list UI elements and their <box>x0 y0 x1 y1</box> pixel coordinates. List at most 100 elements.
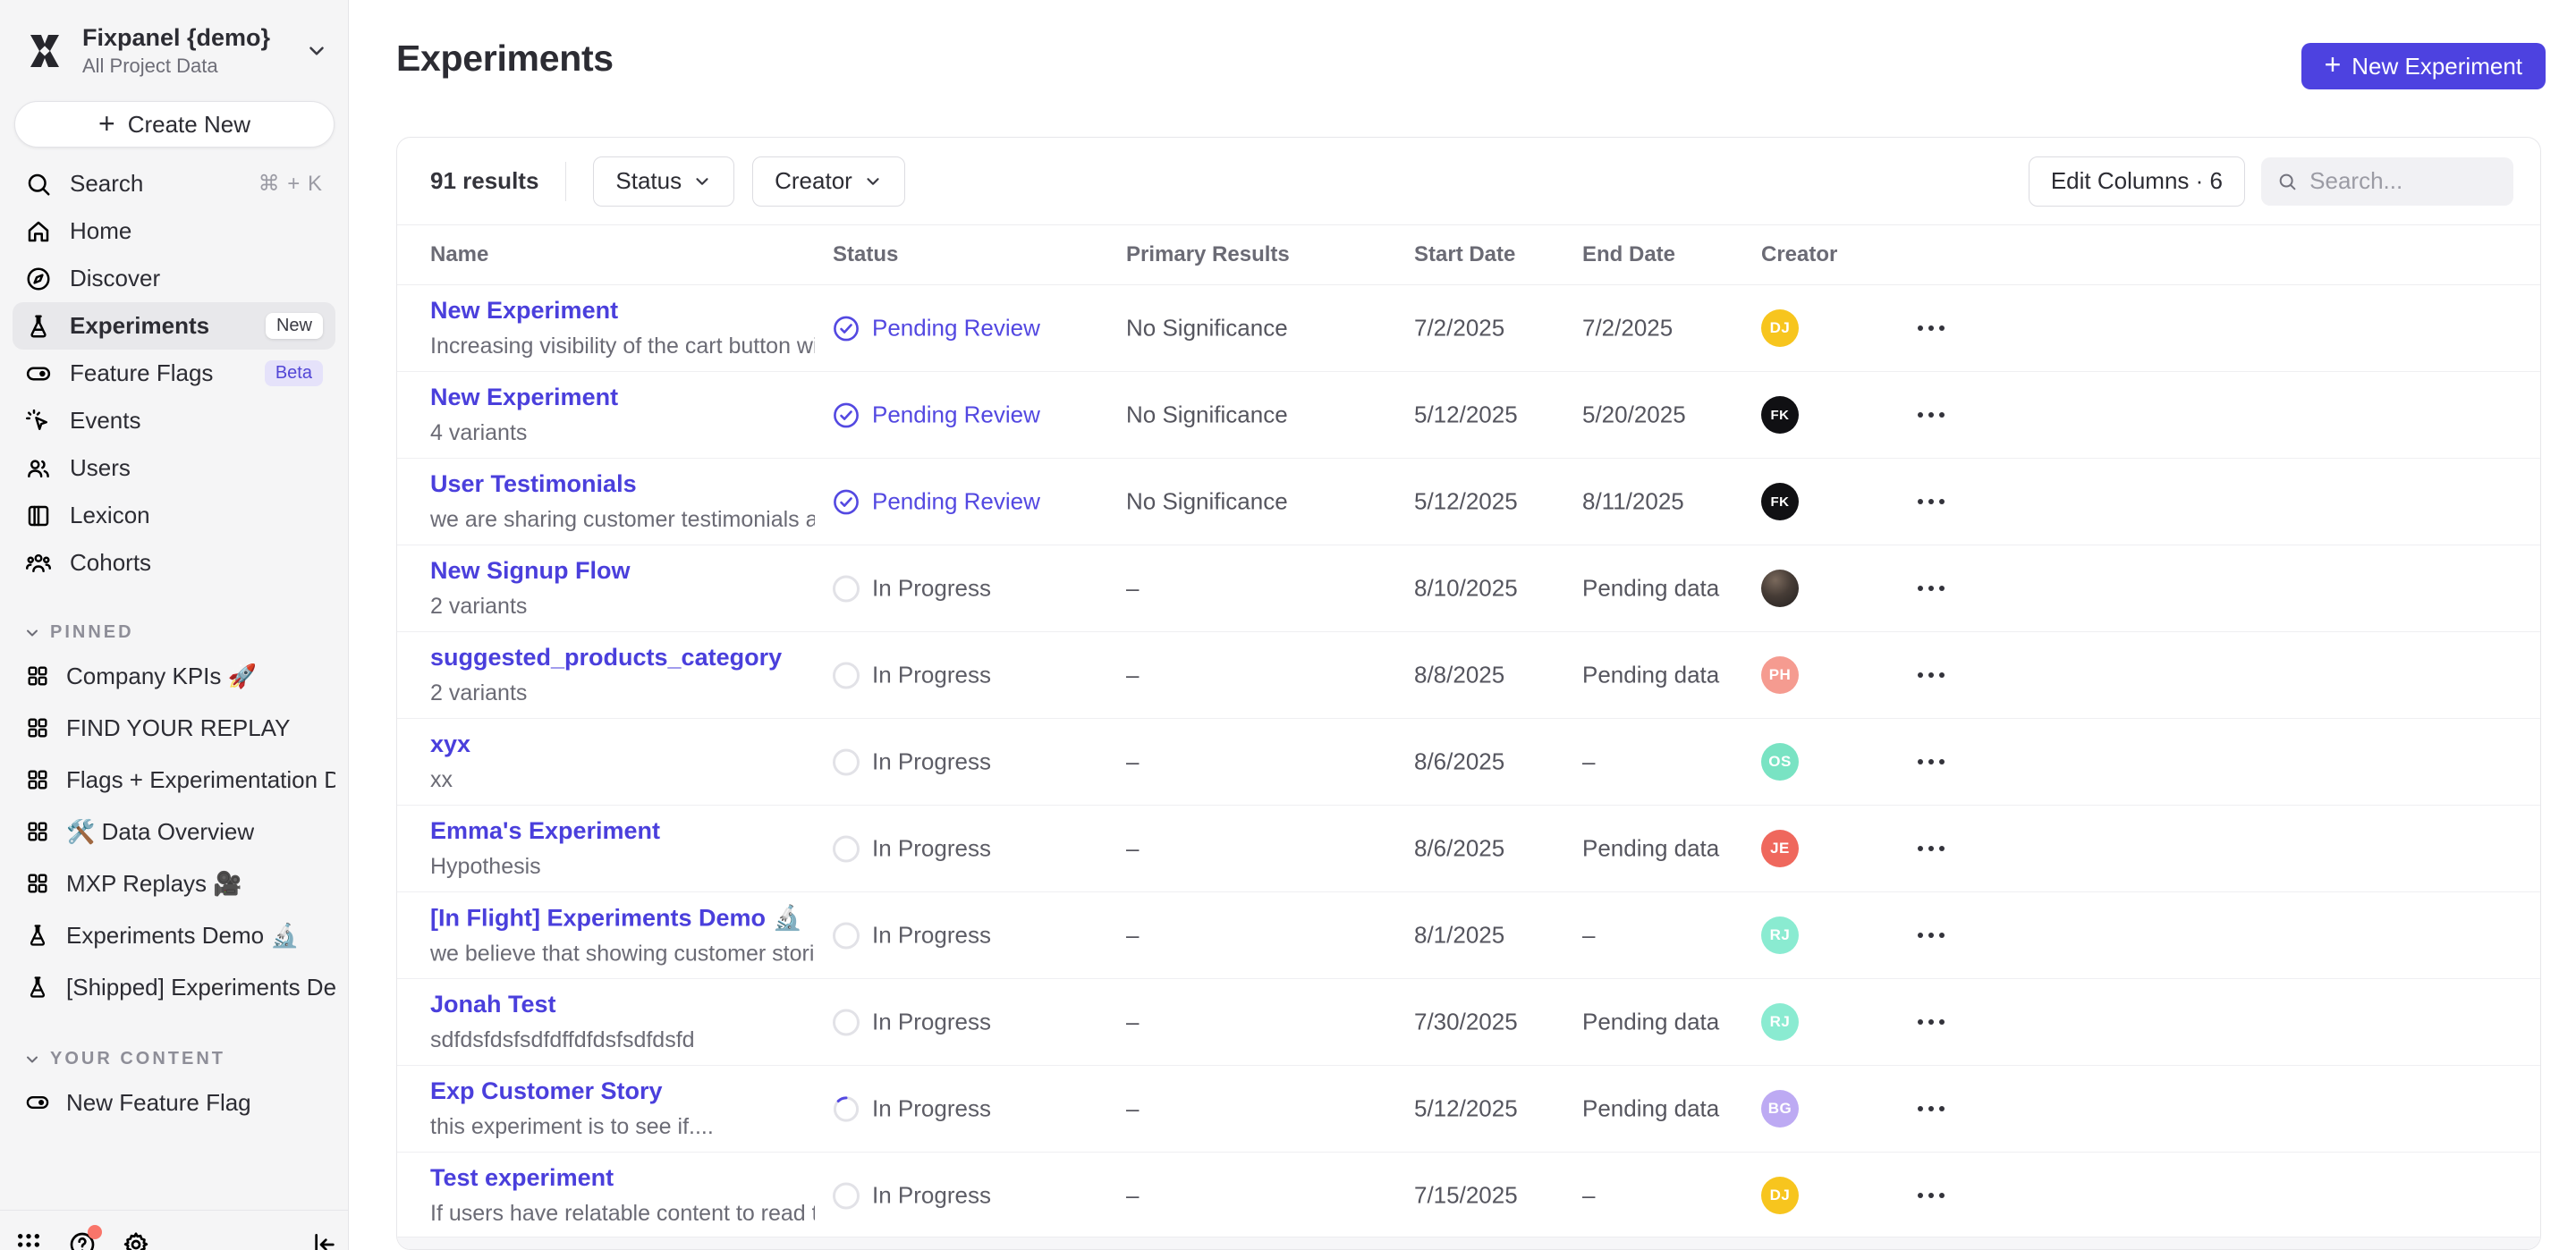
status-label: In Progress <box>872 662 991 689</box>
kebab-dot <box>1918 672 1923 678</box>
sidebar-item-find-your-replay[interactable]: FIND YOUR REPLAY <box>0 702 348 754</box>
table-row[interactable]: New Experiment4 variantsPending ReviewNo… <box>397 372 2540 459</box>
sidebar-item-experiments-demo-[interactable]: Experiments Demo 🔬 <box>0 909 348 961</box>
end-date: – <box>1582 748 1595 776</box>
experiment-name-link[interactable]: Test experiment <box>430 1164 815 1192</box>
start-date: 8/6/2025 <box>1414 835 1504 863</box>
sidebar-item-users[interactable]: Users <box>13 444 335 492</box>
avatar[interactable]: FK <box>1761 483 1799 520</box>
sidebar-item-label: Discover <box>70 265 323 292</box>
experiment-name-link[interactable]: [In Flight] Experiments Demo 🔬 <box>430 904 815 933</box>
experiments-table-card: 91 results Status Creator Edit Columns ·… <box>396 137 2541 1250</box>
avatar[interactable] <box>1761 570 1799 607</box>
section-header-pinned[interactable]: PINNED <box>23 622 348 643</box>
settings-button[interactable] <box>122 1230 150 1250</box>
experiment-name-link[interactable]: New Experiment <box>430 384 815 411</box>
experiment-name-link[interactable]: New Experiment <box>430 297 815 325</box>
empty-circle-icon <box>833 1009 860 1035</box>
table-row[interactable]: Emma's ExperimentHypothesisIn Progress–8… <box>397 806 2540 892</box>
row-menu-button[interactable] <box>1909 663 1953 687</box>
experiment-name-link[interactable]: Jonah Test <box>430 991 815 1018</box>
primary-results: No Significance <box>1126 315 1288 342</box>
primary-results: – <box>1126 748 1139 776</box>
avatar[interactable]: FK <box>1761 396 1799 434</box>
table-row[interactable]: Test experimentIf users have relatable c… <box>397 1153 2540 1239</box>
column-header-start-date[interactable]: Start Date <box>1414 242 1515 267</box>
avatar[interactable]: RJ <box>1761 1003 1799 1041</box>
new-experiment-button[interactable]: + New Experiment <box>2301 43 2546 89</box>
column-header-creator[interactable]: Creator <box>1761 242 1837 267</box>
workspace-switcher[interactable]: Fixpanel {demo} All Project Data <box>0 0 348 94</box>
primary-results: – <box>1126 1182 1139 1210</box>
row-menu-button[interactable] <box>1909 1010 1953 1034</box>
apps-grid-button[interactable] <box>14 1230 43 1250</box>
start-date: 5/12/2025 <box>1414 488 1518 516</box>
row-menu-button[interactable] <box>1909 1097 1953 1120</box>
row-menu-button[interactable] <box>1909 490 1953 513</box>
experiment-name-link[interactable]: New Signup Flow <box>430 557 815 585</box>
avatar[interactable]: DJ <box>1761 309 1799 347</box>
sidebar-item-experiments[interactable]: ExperimentsNew <box>13 302 335 350</box>
row-menu-button[interactable] <box>1909 577 1953 600</box>
table-row[interactable]: suggested_products_category2 variantsIn … <box>397 632 2540 719</box>
experiment-name-link[interactable]: suggested_products_category <box>430 644 815 671</box>
column-header-primary-results[interactable]: Primary Results <box>1126 242 1290 267</box>
experiment-name-link[interactable]: Emma's Experiment <box>430 817 815 845</box>
sidebar-item-cohorts[interactable]: Cohorts <box>13 539 335 587</box>
table-row[interactable]: Exp Customer Storythis experiment is to … <box>397 1066 2540 1153</box>
sidebar-item-discover[interactable]: Discover <box>13 255 335 302</box>
empty-circle-icon <box>833 1182 860 1209</box>
avatar[interactable]: JE <box>1761 830 1799 867</box>
avatar[interactable]: OS <box>1761 743 1799 781</box>
row-menu-button[interactable] <box>1909 837 1953 860</box>
sidebar-item-events[interactable]: Events <box>13 397 335 444</box>
sidebar-item-home[interactable]: Home <box>13 207 335 255</box>
status-filter-button[interactable]: Status <box>593 156 734 207</box>
table-row[interactable]: User Testimonialswe are sharing customer… <box>397 459 2540 545</box>
avatar[interactable]: DJ <box>1761 1177 1799 1214</box>
kebab-dot <box>1928 499 1934 504</box>
create-new-button[interactable]: + Create New <box>14 101 335 148</box>
avatar[interactable]: RJ <box>1761 916 1799 954</box>
sidebar-item-flags-experimentation-demo[interactable]: Flags + Experimentation Demo <box>0 754 348 806</box>
table-row[interactable]: Jonah TestsdfdsfdsfsdfdffdfdsfsdfdsfdIn … <box>397 979 2540 1066</box>
sidebar-item-search[interactable]: Search⌘ + K <box>13 160 335 207</box>
row-menu-button[interactable] <box>1909 317 1953 340</box>
table-header: Name Status Primary Results Start Date End D… <box>397 224 2540 285</box>
table-row[interactable]: xyxxxIn Progress–8/6/2025–OS <box>397 719 2540 806</box>
creator-filter-button[interactable]: Creator <box>752 156 905 207</box>
collapse-sidebar-button[interactable] <box>310 1230 339 1250</box>
row-menu-button[interactable] <box>1909 403 1953 427</box>
avatar[interactable]: BG <box>1761 1090 1799 1128</box>
kebab-dot <box>1918 1019 1923 1025</box>
sidebar-item-new-feature-flag[interactable]: New Feature Flag <box>0 1077 348 1128</box>
search-input[interactable] <box>2309 167 2497 195</box>
sidebar-item-mxp-replays-[interactable]: MXP Replays 🎥 <box>0 857 348 909</box>
help-button[interactable] <box>68 1230 97 1250</box>
column-header-status[interactable]: Status <box>833 242 898 267</box>
flask-icon <box>25 313 52 340</box>
column-header-end-date[interactable]: End Date <box>1582 242 1675 267</box>
table-row[interactable]: [In Flight] Experiments Demo 🔬we believe… <box>397 892 2540 979</box>
sidebar-item--data-overview[interactable]: 🛠️ Data Overview <box>0 806 348 857</box>
table-row[interactable]: New ExperimentIncreasing visibility of t… <box>397 285 2540 372</box>
experiment-name-link[interactable]: Exp Customer Story <box>430 1077 815 1105</box>
sidebar-item-feature-flags[interactable]: Feature FlagsBeta <box>13 350 335 397</box>
row-menu-button[interactable] <box>1909 750 1953 773</box>
sidebar-item-lexicon[interactable]: Lexicon <box>13 492 335 539</box>
sidebar-item-label: Users <box>70 454 323 482</box>
section-header-your-content[interactable]: YOUR CONTENT <box>23 1049 348 1069</box>
kebab-dot <box>1939 412 1945 418</box>
row-menu-button[interactable] <box>1909 1184 1953 1207</box>
kebab-dot <box>1918 586 1923 591</box>
avatar[interactable]: PH <box>1761 656 1799 694</box>
row-menu-button[interactable] <box>1909 924 1953 947</box>
sidebar-item--shipped-experiments-demo-[interactable]: [Shipped] Experiments Demo 🖊 <box>0 961 348 1013</box>
edit-columns-button[interactable]: Edit Columns · 6 <box>2029 156 2245 207</box>
experiment-name-link[interactable]: xyx <box>430 731 815 758</box>
sidebar-item-company-kpis-[interactable]: Company KPIs 🚀 <box>0 650 348 702</box>
experiment-name-link[interactable]: User Testimonials <box>430 470 815 498</box>
table-row[interactable]: New Signup Flow2 variantsIn Progress–8/1… <box>397 545 2540 632</box>
column-header-name[interactable]: Name <box>430 242 488 267</box>
chevron-down-icon <box>305 39 328 63</box>
